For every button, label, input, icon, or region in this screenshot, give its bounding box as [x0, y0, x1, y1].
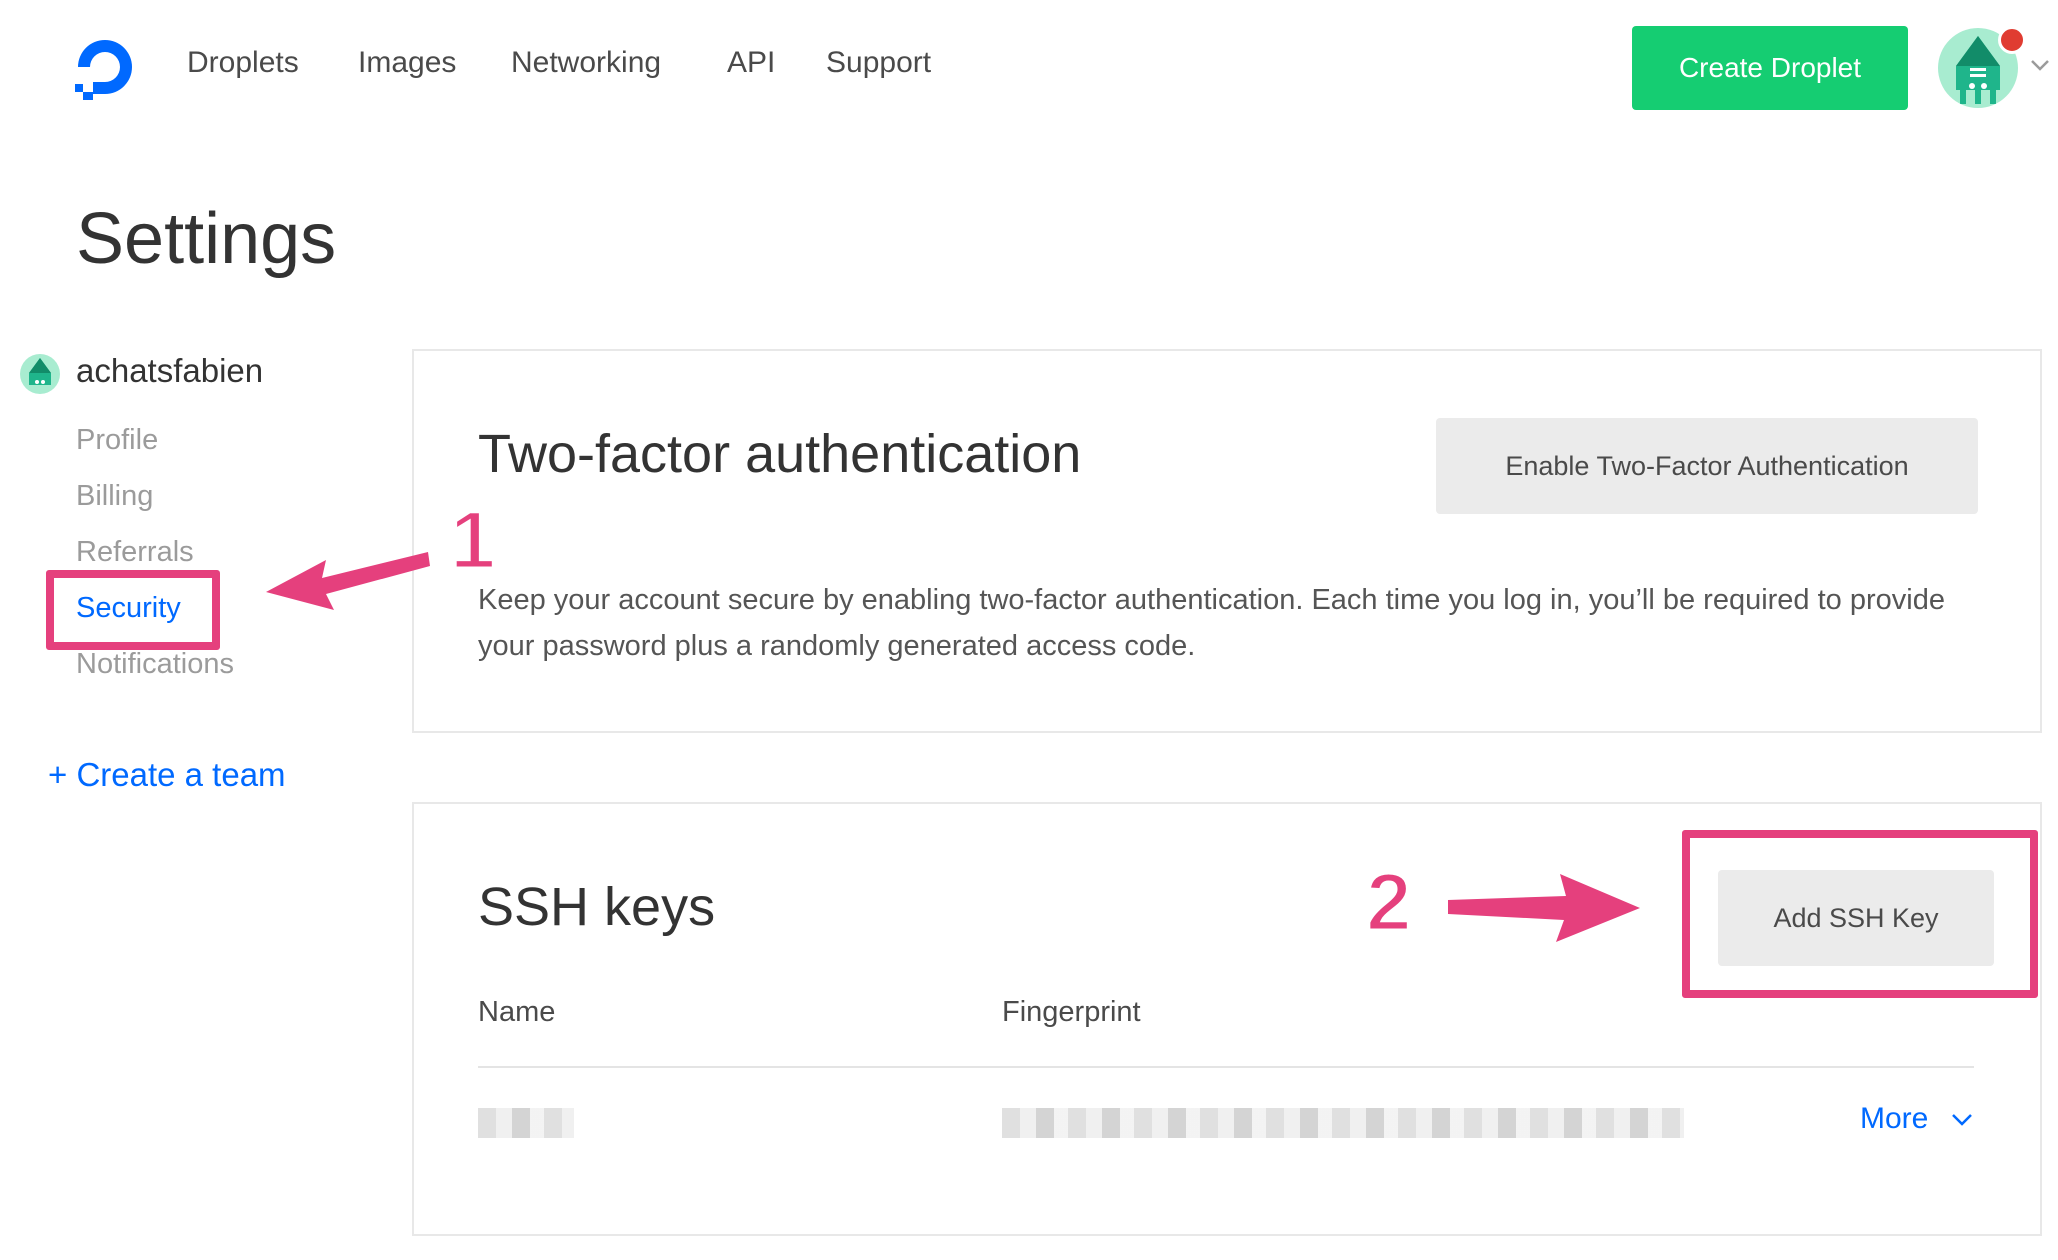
create-droplet-button[interactable]: Create Droplet [1632, 26, 1908, 110]
notification-dot-icon [1998, 26, 2026, 54]
sidebar-username: achatsfabien [76, 352, 264, 389]
sammy-avatar-icon [29, 358, 51, 385]
more-label: More [1860, 1102, 1929, 1135]
two-factor-panel: Two-factor authentication Enable Two-Fac… [412, 349, 2042, 733]
top-navigation: Droplets Images Networking API Support C… [0, 0, 2058, 135]
sidebar-item-notifications[interactable]: Notifications [76, 648, 234, 681]
table-divider [478, 1066, 1974, 1068]
nav-support[interactable]: Support [826, 46, 931, 80]
nav-networking[interactable]: Networking [511, 46, 661, 80]
redacted-fingerprint [1002, 1108, 1684, 1138]
two-factor-description: Keep your account secure by enabling two… [478, 584, 1945, 662]
annotation-step-2: 2 [1365, 857, 1414, 948]
annotation-step-1: 1 [449, 495, 498, 586]
enable-two-factor-button[interactable]: Enable Two-Factor Authentication [1436, 418, 1978, 514]
sidebar-item-profile[interactable]: Profile [76, 424, 158, 457]
nav-droplets[interactable]: Droplets [187, 46, 299, 80]
ssh-keys-heading: SSH keys [478, 877, 716, 937]
chevron-down-icon[interactable] [2030, 58, 2050, 72]
nav-api[interactable]: API [727, 46, 775, 80]
create-team-link[interactable]: + Create a team [48, 756, 286, 794]
user-menu[interactable] [1938, 26, 2026, 108]
annotation-arrow-icon [266, 552, 430, 610]
digitalocean-logo-icon[interactable] [72, 34, 138, 100]
column-header-fingerprint: Fingerprint [1002, 996, 1141, 1028]
annotation-highlight-add-ssh-key [1682, 830, 2038, 998]
two-factor-heading: Two-factor authentication [478, 424, 1082, 484]
sidebar-item-billing[interactable]: Billing [76, 480, 153, 513]
more-dropdown[interactable]: More [1860, 1102, 1973, 1136]
column-header-name: Name [478, 996, 556, 1028]
sidebar-avatar [20, 354, 60, 394]
page-title: Settings [76, 199, 337, 279]
redacted-key-name [478, 1108, 574, 1138]
annotation-highlight-security [46, 570, 220, 650]
chevron-down-icon [1951, 1114, 1972, 1126]
annotation-arrow-icon [1448, 874, 1640, 942]
sidebar-item-referrals[interactable]: Referrals [76, 536, 194, 569]
nav-images[interactable]: Images [358, 46, 456, 80]
